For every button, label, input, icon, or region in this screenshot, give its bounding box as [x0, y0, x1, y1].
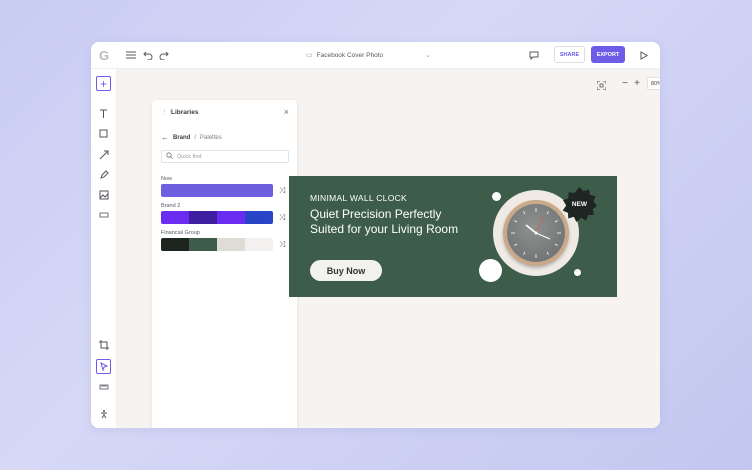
panel-title: Libraries — [171, 109, 199, 116]
breadcrumb: ← Brand / Palettes — [161, 133, 222, 142]
palette-swatch[interactable] — [161, 211, 189, 224]
top-toolbar: G ▭ Facebook Cover Photo ⌄ SHARE EXPORT — [91, 42, 660, 69]
shuffle-icon[interactable]: ⤨ — [279, 186, 285, 196]
search-icon — [166, 152, 173, 161]
canvas-area[interactable]: ⋮⋮ Libraries × ← Brand / Palettes Now ⤨ … — [117, 69, 660, 428]
breadcrumb-current: Palettes — [200, 134, 222, 141]
palette-swatch[interactable] — [189, 211, 217, 224]
chevron-down-icon[interactable]: ⌄ — [425, 51, 431, 59]
undo-icon[interactable] — [141, 48, 155, 62]
zoom-level-value: 80% — [651, 80, 660, 87]
add-icon[interactable]: + — [96, 76, 111, 91]
shuffle-icon[interactable]: ⤨ — [279, 213, 285, 223]
palette-swatch[interactable] — [161, 184, 273, 197]
palette-swatch[interactable] — [245, 211, 273, 224]
document-title[interactable]: ▭ Facebook Cover Photo ⌄ — [306, 48, 431, 62]
comment-icon[interactable] — [527, 48, 541, 62]
close-icon[interactable]: × — [284, 107, 289, 117]
document-title-label: Facebook Cover Photo — [316, 51, 384, 59]
palette-label: Now — [161, 176, 173, 182]
zoom-out-button[interactable]: − — [619, 76, 631, 91]
zoom-controls: − + 80% ⌄ — [619, 76, 660, 91]
libraries-panel: ⋮⋮ Libraries × ← Brand / Palettes Now ⤨ … — [152, 100, 297, 428]
palette-swatch-bar[interactable] — [161, 238, 273, 251]
text-icon[interactable] — [96, 106, 111, 121]
ruler-icon[interactable] — [96, 379, 111, 394]
play-icon[interactable] — [637, 48, 651, 62]
share-button[interactable]: SHARE — [554, 46, 585, 63]
shape-icon[interactable] — [96, 126, 111, 141]
clock-hands-icon — [511, 208, 561, 258]
palette-swatch[interactable] — [217, 238, 245, 251]
crop-icon[interactable] — [96, 337, 111, 352]
app-logo[interactable]: G — [97, 48, 111, 63]
banner-eyebrow[interactable]: MINIMAL WALL CLOCK — [310, 193, 407, 203]
palette-swatch[interactable] — [189, 238, 217, 251]
accessibility-icon[interactable] — [96, 406, 111, 421]
decor-dot[interactable] — [574, 269, 581, 276]
design-banner[interactable]: MINIMAL WALL CLOCK Quiet Precision Perfe… — [289, 176, 617, 297]
palette-label: Brand 2 — [161, 203, 181, 209]
image-icon[interactable] — [96, 187, 111, 202]
pointer-icon[interactable] — [96, 359, 111, 374]
redo-icon[interactable] — [157, 48, 171, 62]
editor-window: G ▭ Facebook Cover Photo ⌄ SHARE EXPORT … — [91, 42, 660, 428]
zoom-level-select[interactable]: 80% ⌄ — [647, 77, 660, 90]
document-icon: ▭ — [306, 52, 313, 59]
search-input[interactable] — [177, 153, 277, 160]
line-icon[interactable] — [96, 147, 111, 162]
palette-swatch-bar[interactable] — [161, 211, 273, 224]
back-arrow-icon[interactable]: ← — [161, 133, 169, 142]
palette-swatch[interactable] — [161, 238, 189, 251]
shuffle-icon[interactable]: ⤨ — [279, 240, 285, 250]
menu-icon[interactable] — [124, 48, 138, 62]
more-icon[interactable] — [96, 207, 111, 222]
palette-swatch[interactable] — [217, 211, 245, 224]
chat-button[interactable] — [655, 426, 660, 428]
zoom-in-button[interactable]: + — [631, 76, 643, 91]
fit-screen-icon[interactable] — [594, 78, 608, 92]
decor-dot[interactable] — [492, 192, 501, 201]
breadcrumb-parent[interactable]: Brand — [173, 135, 190, 141]
new-badge-label: NEW — [571, 201, 588, 208]
banner-cta-button[interactable]: Buy Now — [310, 260, 382, 281]
decor-circle[interactable] — [479, 259, 502, 282]
banner-headline[interactable]: Quiet Precision Perfectly Suited for you… — [310, 207, 470, 236]
search-field[interactable] — [161, 150, 289, 163]
palette-swatch-bar[interactable] — [161, 184, 273, 197]
export-button[interactable]: EXPORT — [591, 46, 625, 63]
pen-icon[interactable] — [96, 167, 111, 182]
tool-sidebar: + — [91, 69, 117, 428]
palette-label: Financial Group — [161, 230, 200, 236]
palette-swatch[interactable] — [245, 238, 273, 251]
breadcrumb-separator: / — [194, 134, 197, 141]
